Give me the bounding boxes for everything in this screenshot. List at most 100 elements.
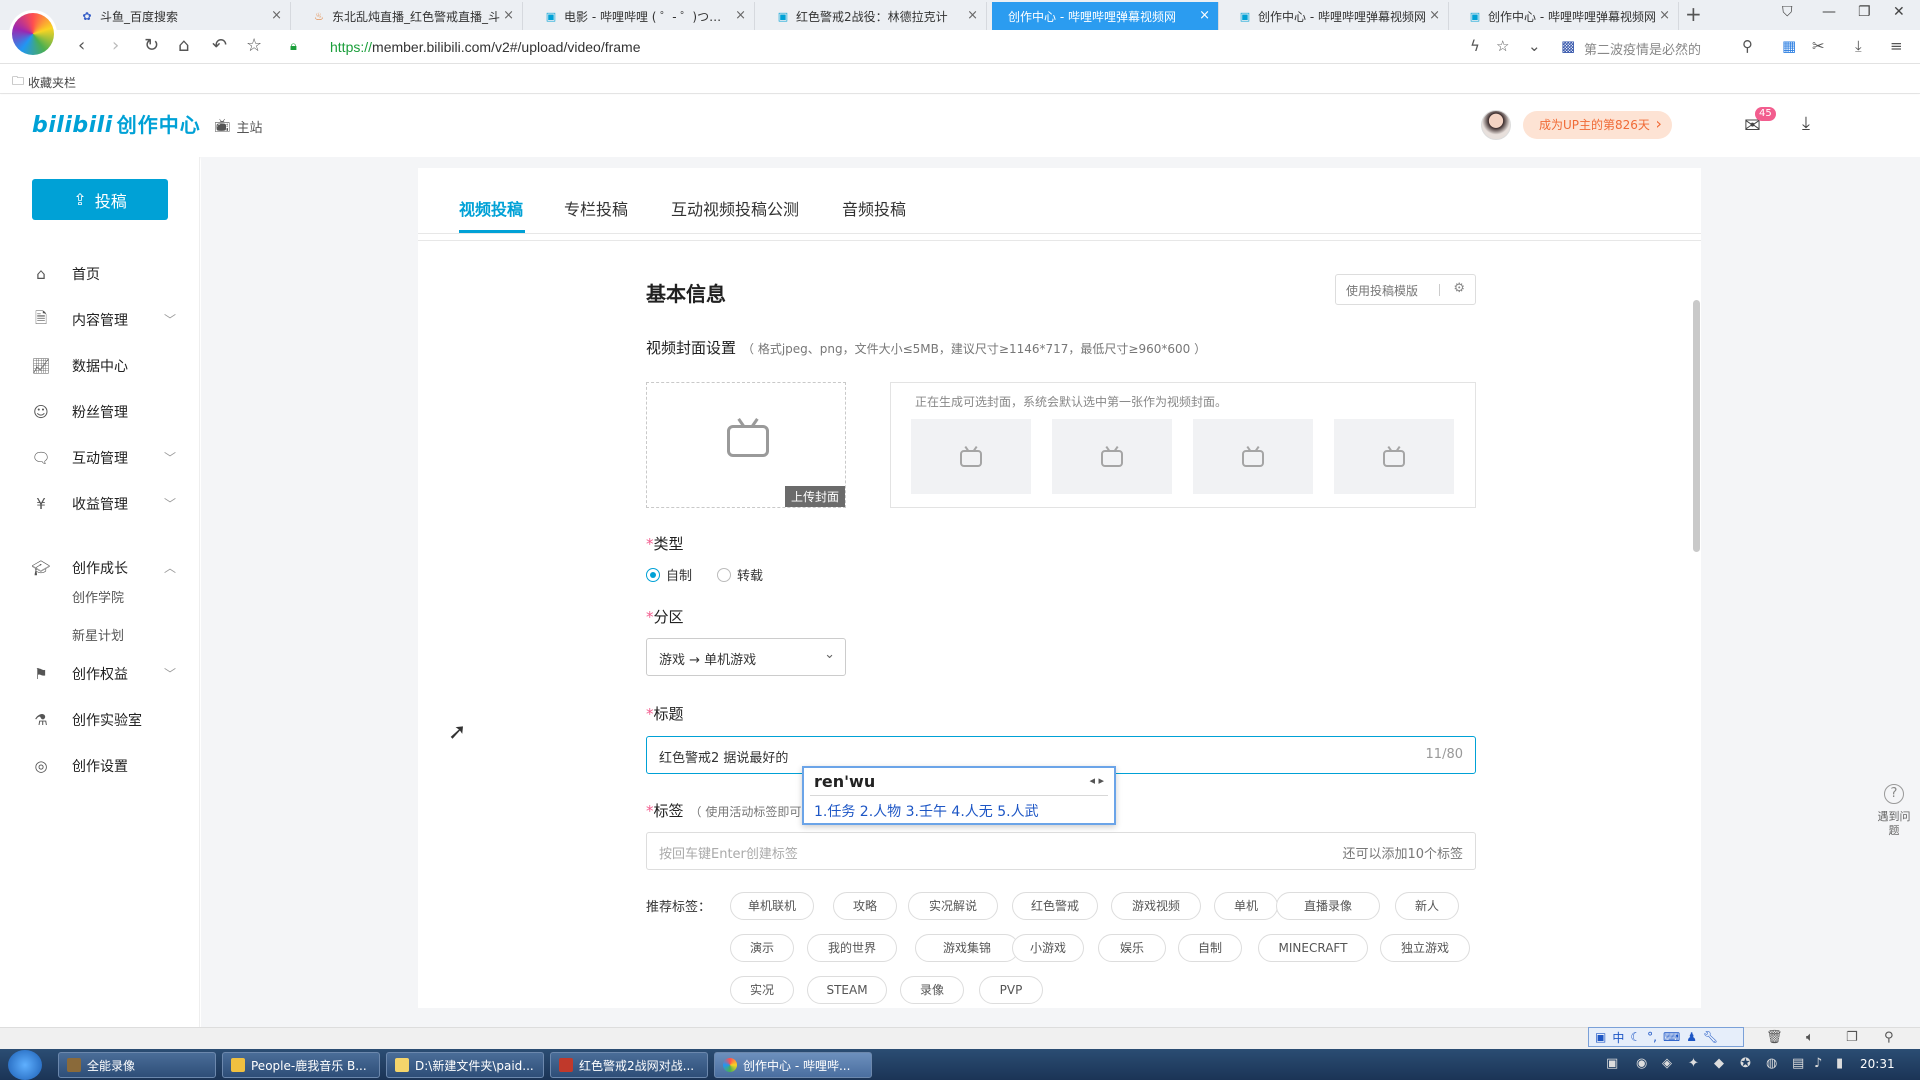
recommended-tag-chip[interactable]: 单机 [1214, 892, 1278, 920]
close-window-icon[interactable]: ✕ [1893, 4, 1905, 20]
recommended-tag-chip[interactable]: 自制 [1178, 934, 1242, 962]
zoom-icon[interactable]: ⚲ [1884, 1030, 1894, 1045]
ime-candidates[interactable]: 1.任务 2.人物 3.壬午 4.人无 5.人武 [814, 801, 1039, 821]
gear-icon[interactable]: ⚙ [1453, 281, 1465, 296]
tab-audio[interactable]: 音频投稿 [842, 196, 906, 220]
cover-thumbnail[interactable] [911, 419, 1031, 494]
category-select[interactable]: 游戏 → 单机游戏 ⌄ [646, 638, 846, 676]
reload-icon[interactable]: ↻ [144, 35, 159, 56]
recommended-tag-chip[interactable]: 实况解说 [908, 892, 998, 920]
help-button[interactable]: ? 遇到问题 [1874, 784, 1914, 838]
sidebar-item-lab[interactable]: ⚗ 创作实验室 [30, 705, 180, 735]
recommended-tag-chip[interactable]: 独立游戏 [1380, 934, 1470, 962]
browser-tab[interactable]: ♨ 东北乱炖直播_红色警戒直播_斗 × [296, 2, 523, 30]
new-tab-icon[interactable]: + [1685, 2, 1702, 26]
sidebar-item-settings[interactable]: ◎ 创作设置 [30, 751, 180, 781]
undo-icon[interactable]: ↶ [212, 35, 227, 56]
sidebar-item-home[interactable]: ⌂ 首页 [30, 259, 180, 289]
recommended-tag-chip[interactable]: 单机联机 [730, 892, 814, 920]
ime-page-arrows[interactable]: ◂ ▸ [1089, 774, 1104, 787]
recommended-tag-chip[interactable]: 新人 [1395, 892, 1459, 920]
sidebar-item-rights[interactable]: ⚑ 创作权益 ﹀ [30, 659, 180, 689]
close-icon[interactable]: × [1199, 8, 1210, 23]
sidebar-item-income[interactable]: ¥ 收益管理 ﹀ [30, 489, 180, 519]
browser-tab[interactable]: ✿ 斗鱼_百度搜索 × [64, 2, 291, 30]
restore-icon[interactable]: ❐ [1858, 4, 1871, 20]
type-radio-original[interactable]: 自制 [646, 565, 692, 584]
taskbar-item-active[interactable]: 创作中心 - 哔哩哔... [714, 1052, 872, 1078]
recommended-tag-chip[interactable]: 红色警戒 [1012, 892, 1098, 920]
tray-icon[interactable]: ◆ [1714, 1056, 1724, 1071]
minimize-icon[interactable]: — [1822, 4, 1836, 20]
page-scrollbar[interactable] [1693, 300, 1700, 552]
tray-icon[interactable]: ▣ [1606, 1056, 1618, 1071]
close-icon[interactable]: × [271, 8, 282, 23]
tray-icon[interactable]: ◉ [1636, 1056, 1647, 1071]
close-icon[interactable]: × [967, 8, 978, 23]
favorite-icon[interactable]: ☆ [1496, 37, 1509, 55]
download-icon[interactable]: ⤓ [1855, 37, 1862, 55]
home-link[interactable]: 📺︎ 主站 [214, 117, 263, 136]
browser-tab[interactable]: ▣ 电影 - 哔哩哔哩 ( ゜- ゜)つロ 干 × [528, 2, 755, 30]
recommended-tag-chip[interactable]: 实况 [730, 976, 794, 1004]
recommended-tag-chip[interactable]: STEAM [807, 976, 887, 1004]
close-icon[interactable]: × [503, 8, 514, 23]
back-icon[interactable]: ‹ [78, 35, 85, 56]
brand-logo[interactable]: bilibili 创作中心 [32, 109, 201, 138]
volume-icon[interactable]: 🔈︎ [1806, 1030, 1814, 1045]
type-radio-repost[interactable]: 转载 [717, 565, 763, 584]
browser-tab[interactable]: ▣ 创作中心 - 哔哩哔哩弹幕视频网 × [1452, 2, 1679, 30]
sidebar-item-interaction[interactable]: 🗨︎ 互动管理 ﹀ [30, 443, 180, 473]
tab-video[interactable]: 视频投稿 [459, 196, 523, 220]
sidebar-item-fans[interactable]: ☺ 粉丝管理 [30, 397, 180, 427]
sidebar-item-content[interactable]: 🗎 内容管理 ﹀ [30, 305, 180, 335]
recommended-tag-chip[interactable]: 直播录像 [1276, 892, 1380, 920]
cover-upload-area[interactable]: 上传封面 [646, 382, 846, 508]
tray-icon[interactable]: ◈ [1662, 1056, 1672, 1071]
home-icon[interactable]: ⌂ [178, 35, 189, 56]
ime-toolbar[interactable]: ▣ 中 ☾ °, ⌨ ♟ 🔧︎ [1588, 1027, 1744, 1047]
recommended-tag-chip[interactable]: 录像 [900, 976, 964, 1004]
url-field[interactable]: https://member.bilibili.com/v2#/upload/v… [330, 39, 641, 55]
lightning-icon[interactable]: ϟ [1470, 37, 1480, 55]
battery-icon[interactable]: ▮ [1836, 1056, 1843, 1071]
taskbar-item[interactable]: D:\新建文件夹\paid... [386, 1052, 544, 1078]
recommended-tag-chip[interactable]: 演示 [730, 934, 794, 962]
recommended-tag-chip[interactable]: 我的世界 [807, 934, 897, 962]
search-icon[interactable]: ⚲ [1742, 37, 1753, 55]
taskbar-item[interactable]: People-鹿我音乐 B... [222, 1052, 380, 1078]
close-icon[interactable]: × [1429, 8, 1440, 23]
recommended-tag-chip[interactable]: 游戏集锦 [915, 934, 1019, 962]
download-icon[interactable]: ⤓ [1802, 113, 1810, 134]
chevron-down-icon[interactable]: ⌄ [1528, 37, 1541, 55]
tag-input[interactable]: 按回车键Enter创建标签 还可以添加10个标签 [646, 832, 1476, 870]
close-icon[interactable]: × [735, 8, 746, 23]
browser-tab[interactable]: ▣ 红色警戒2战役：林德拉克计 × [760, 2, 987, 30]
browser-tab-active[interactable]: 创作中心 - 哔哩哔哩弹幕视频网 × [992, 2, 1219, 30]
recommended-tag-chip[interactable]: 小游戏 [1012, 934, 1084, 962]
network-icon[interactable]: ▤ [1792, 1056, 1804, 1071]
sidebar-subitem-newstar[interactable]: 新星计划 [72, 625, 124, 644]
bookmark-folder[interactable]: 🗀 收藏夹栏 [12, 72, 76, 93]
use-template-button[interactable]: 使用投稿模版 ⚙ [1335, 274, 1476, 305]
volume-icon[interactable]: ♪ [1814, 1056, 1822, 1071]
apps-icon[interactable]: ▦ [1782, 37, 1796, 55]
sidebar-subitem-academy[interactable]: 创作学院 [72, 587, 124, 606]
trash-icon[interactable]: 🗑︎ [1766, 1030, 1783, 1045]
cover-thumbnail[interactable] [1193, 419, 1313, 494]
tray-icon[interactable]: ✪ [1740, 1056, 1751, 1071]
tab-interactive-video[interactable]: 互动视频投稿公测 [671, 196, 799, 220]
forward-icon[interactable]: › [112, 35, 119, 56]
recommended-tag-chip[interactable]: 娱乐 [1098, 934, 1166, 962]
shirt-icon[interactable]: ⛉ [1782, 4, 1793, 20]
search-suggestion[interactable]: 第二波疫情是必然的 [1584, 39, 1701, 58]
sidebar-item-growth[interactable]: 🎓︎ 创作成长 ︿ [30, 553, 180, 583]
cover-thumbnail[interactable] [1052, 419, 1172, 494]
tab-article[interactable]: 专栏投稿 [564, 196, 628, 220]
recommended-tag-chip[interactable]: 攻略 [833, 892, 897, 920]
sidebar-item-data[interactable]: 📈︎ 数据中心 [30, 351, 180, 381]
tray-icon[interactable]: ✦ [1688, 1056, 1699, 1071]
up-days-badge[interactable]: 成为UP主的第826天 [1523, 110, 1672, 139]
upload-button[interactable]: ⇪ 投稿 [32, 179, 168, 220]
start-button-icon[interactable] [8, 1050, 42, 1080]
